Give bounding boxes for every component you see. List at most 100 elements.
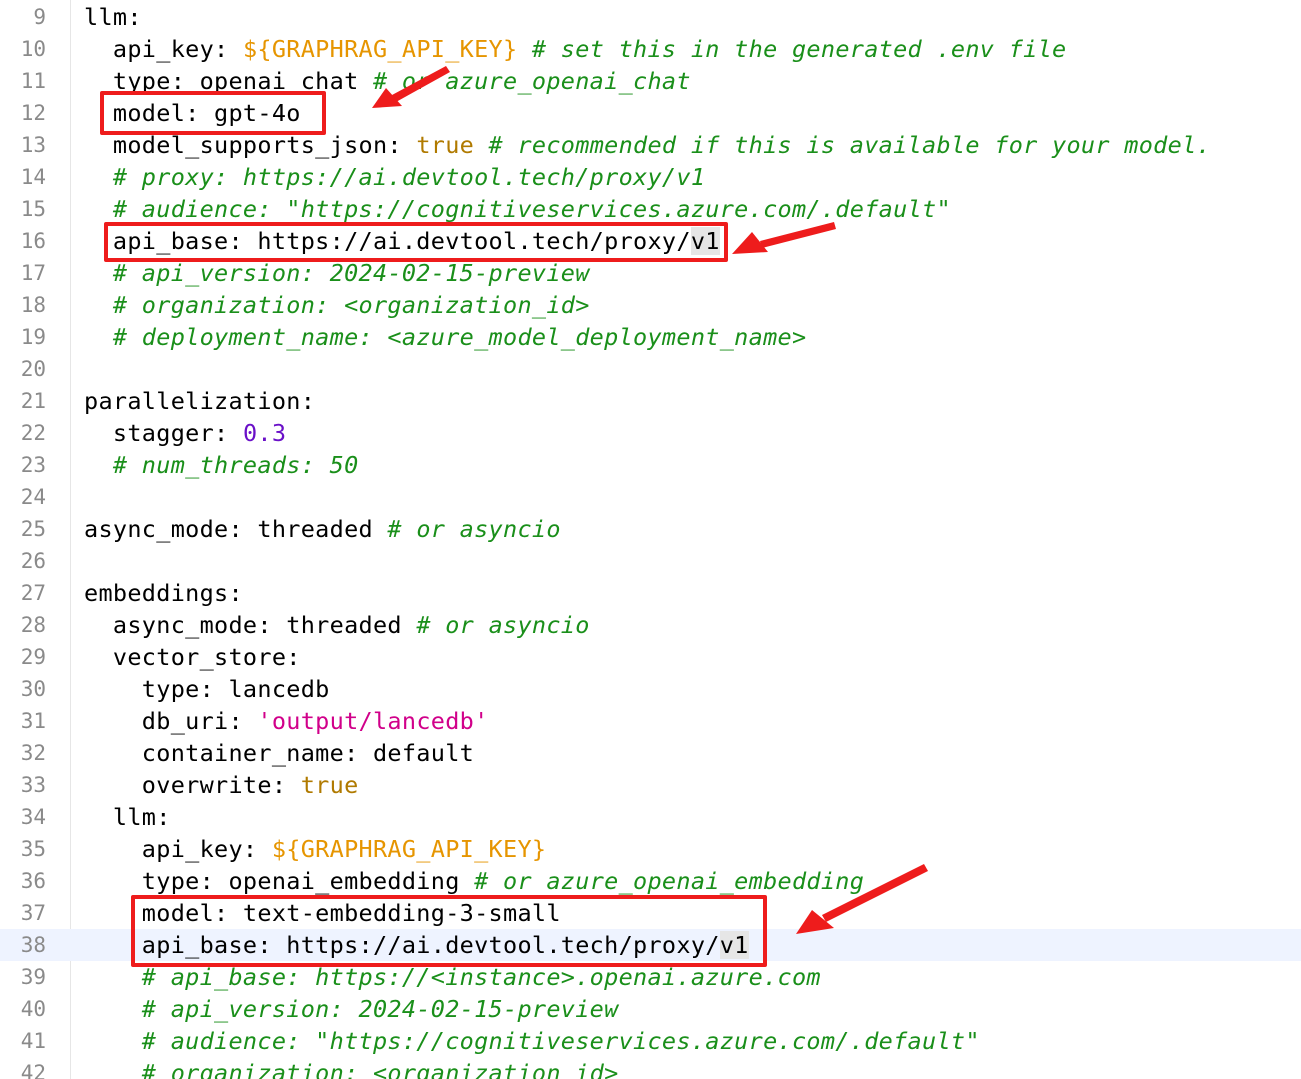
- code-line[interactable]: 21 parallelization:: [0, 385, 1301, 417]
- code-token: # or azure_openai_chat: [358, 67, 691, 95]
- line-number: 13: [20, 133, 46, 157]
- code-line[interactable]: 33 overwrite: true: [0, 769, 1301, 801]
- line-number: 9: [33, 5, 46, 29]
- line-code[interactable]: api_key: ${GRAPHRAG_API_KEY} # set this …: [84, 33, 1066, 65]
- line-code[interactable]: llm:: [84, 1, 142, 33]
- code-line[interactable]: 42 # organization: <organization_id>: [0, 1057, 1301, 1079]
- line-number: 26: [20, 549, 46, 573]
- code-line[interactable]: 15 # audience: "https://cognitiveservice…: [0, 193, 1301, 225]
- code-line[interactable]: 9 llm:: [0, 1, 1301, 33]
- line-code[interactable]: vector_store:: [84, 641, 301, 673]
- code-token: # audience: "https://cognitiveservices.a…: [84, 1027, 980, 1055]
- highlight-box-embedding-llm: [131, 895, 767, 967]
- code-editor[interactable]: 9 llm: 10 api_key: ${GRAPHRAG_API_KEY} # s…: [0, 0, 1301, 1079]
- line-code[interactable]: # api_version: 2024-02-15-preview: [84, 993, 619, 1025]
- code-token: true: [416, 131, 475, 159]
- code-line[interactable]: 22 stagger: 0.3: [0, 417, 1301, 449]
- line-number: 20: [20, 357, 46, 381]
- code-line[interactable]: 40 # api_version: 2024-02-15-preview: [0, 993, 1301, 1025]
- code-token: embeddings:: [84, 579, 243, 607]
- code-token: overwrite:: [84, 771, 301, 799]
- code-line[interactable]: 30 type: lancedb: [0, 673, 1301, 705]
- line-code[interactable]: # proxy: https://ai.devtool.tech/proxy/v…: [84, 161, 705, 193]
- code-token: stagger:: [84, 419, 243, 447]
- line-code[interactable]: api_key: ${GRAPHRAG_API_KEY}: [84, 833, 546, 865]
- code-line[interactable]: 36 type: openai_embedding # or azure_ope…: [0, 865, 1301, 897]
- code-token: # organization: <organization_id>: [84, 291, 590, 319]
- code-token: api_key:: [84, 835, 272, 863]
- line-code[interactable]: # audience: "https://cognitiveservices.a…: [84, 193, 951, 225]
- code-token: db_uri:: [84, 707, 258, 735]
- code-line[interactable]: 28 async_mode: threaded # or asyncio: [0, 609, 1301, 641]
- line-number: 27: [20, 581, 46, 605]
- code-token: # or asyncio: [372, 515, 561, 543]
- line-number: 19: [20, 325, 46, 349]
- code-token: # recommended if this is available for y…: [474, 131, 1211, 159]
- line-number: 38: [20, 933, 46, 957]
- line-number: 42: [20, 1061, 46, 1079]
- code-line[interactable]: 29 vector_store:: [0, 641, 1301, 673]
- code-line[interactable]: 20: [0, 353, 1301, 385]
- code-token: vector_store:: [84, 643, 301, 671]
- code-line[interactable]: 10 api_key: ${GRAPHRAG_API_KEY} # set th…: [0, 33, 1301, 65]
- line-number: 12: [20, 101, 46, 125]
- code-line[interactable]: 34 llm:: [0, 801, 1301, 833]
- code-token: # num_threads: 50: [84, 451, 359, 479]
- code-line[interactable]: 26: [0, 545, 1301, 577]
- code-token: # api_version: 2024-02-15-preview: [84, 995, 619, 1023]
- highlight-box-model: [100, 91, 326, 135]
- line-code[interactable]: overwrite: true: [84, 769, 359, 801]
- code-line[interactable]: 27 embeddings:: [0, 577, 1301, 609]
- line-number: 15: [20, 197, 46, 221]
- code-token: container_name: default: [84, 739, 475, 767]
- code-token: parallelization:: [84, 387, 316, 415]
- code-token: async_mode: threaded: [84, 515, 373, 543]
- line-code[interactable]: type: openai_embedding # or azure_openai…: [84, 865, 864, 897]
- code-token: llm:: [84, 803, 171, 831]
- line-code[interactable]: # organization: <organization_id>: [84, 1057, 619, 1079]
- line-number: 37: [20, 901, 46, 925]
- code-line[interactable]: 41 # audience: "https://cognitiveservice…: [0, 1025, 1301, 1057]
- line-number: 39: [20, 965, 46, 989]
- line-code[interactable]: async_mode: threaded # or asyncio: [84, 609, 590, 641]
- line-code[interactable]: embeddings:: [84, 577, 243, 609]
- line-number: 32: [20, 741, 46, 765]
- code-line[interactable]: 35 api_key: ${GRAPHRAG_API_KEY}: [0, 833, 1301, 865]
- line-number: 14: [20, 165, 46, 189]
- line-number: 10: [20, 37, 46, 61]
- line-number: 17: [20, 261, 46, 285]
- code-line[interactable]: 31 db_uri: 'output/lancedb': [0, 705, 1301, 737]
- line-number: 29: [20, 645, 46, 669]
- line-number: 36: [20, 869, 46, 893]
- line-number: 11: [20, 69, 46, 93]
- line-number: 40: [20, 997, 46, 1021]
- line-number: 25: [20, 517, 46, 541]
- line-number: 35: [20, 837, 46, 861]
- code-token: # audience: "https://cognitiveservices.a…: [84, 195, 951, 223]
- code-line[interactable]: 23 # num_threads: 50: [0, 449, 1301, 481]
- line-code[interactable]: container_name: default: [84, 737, 474, 769]
- code-token: true: [300, 771, 359, 799]
- line-number: 30: [20, 677, 46, 701]
- line-code[interactable]: # num_threads: 50: [84, 449, 359, 481]
- code-line[interactable]: 18 # organization: <organization_id>: [0, 289, 1301, 321]
- line-code[interactable]: db_uri: 'output/lancedb': [84, 705, 489, 737]
- line-code[interactable]: # deployment_name: <azure_model_deployme…: [84, 321, 806, 353]
- line-code[interactable]: parallelization:: [84, 385, 315, 417]
- code-line[interactable]: 19 # deployment_name: <azure_model_deplo…: [0, 321, 1301, 353]
- code-token: model_supports_json:: [84, 131, 417, 159]
- line-code[interactable]: stagger: 0.3: [84, 417, 286, 449]
- line-code[interactable]: # organization: <organization_id>: [84, 289, 590, 321]
- code-line[interactable]: 25 async_mode: threaded # or asyncio: [0, 513, 1301, 545]
- line-code[interactable]: llm:: [84, 801, 171, 833]
- code-token: type: lancedb: [84, 675, 330, 703]
- line-code[interactable]: # audience: "https://cognitiveservices.a…: [84, 1025, 980, 1057]
- code-line[interactable]: 32 container_name: default: [0, 737, 1301, 769]
- code-token: ${GRAPHRAG_API_KEY}: [242, 35, 518, 63]
- code-line[interactable]: 24: [0, 481, 1301, 513]
- line-code[interactable]: async_mode: threaded # or asyncio: [84, 513, 561, 545]
- line-code[interactable]: type: lancedb: [84, 673, 330, 705]
- line-number: 28: [20, 613, 46, 637]
- code-token: async_mode: threaded: [84, 611, 402, 639]
- code-line[interactable]: 14 # proxy: https://ai.devtool.tech/prox…: [0, 161, 1301, 193]
